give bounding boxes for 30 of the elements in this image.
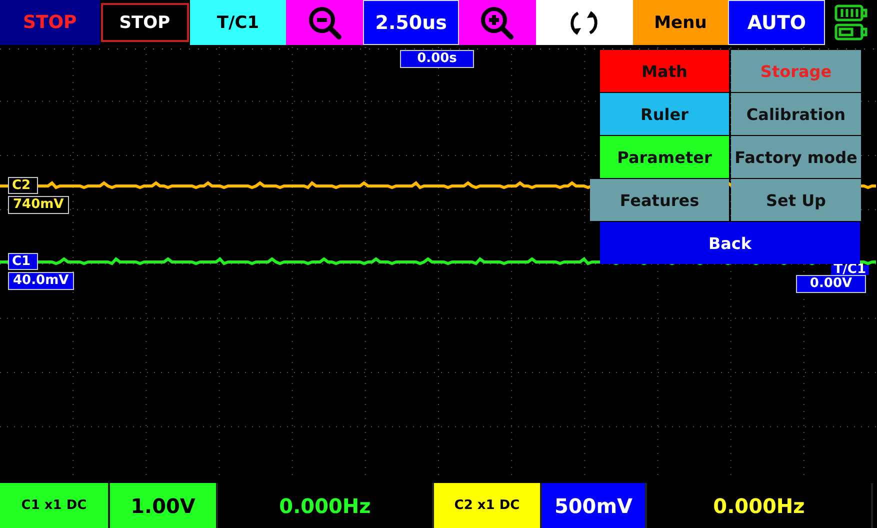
refresh-button[interactable]	[536, 0, 633, 45]
time-offset-label: 0.00s	[400, 50, 474, 68]
value-button[interactable]: AUTO	[728, 0, 826, 45]
offset-label: 740mV	[8, 196, 69, 214]
toolbar-button[interactable]: Menu	[632, 0, 728, 45]
back-button[interactable]: Back	[600, 222, 860, 264]
zoom-in-icon	[480, 6, 514, 40]
offset-label: 40.0mV	[8, 272, 74, 290]
menu-item[interactable]: Math	[600, 50, 729, 92]
volts-per-div: 1.00V	[110, 483, 218, 528]
menu-item[interactable]: Features	[590, 179, 729, 221]
channel-label: C2	[8, 177, 38, 194]
menu-item[interactable]: Set Up	[731, 179, 861, 221]
toolbar-button[interactable]: T/C1	[190, 0, 286, 45]
menu-item[interactable]: Ruler	[600, 93, 729, 135]
zoom-out-button[interactable]	[286, 0, 364, 45]
battery-icon	[833, 2, 870, 42]
volts-per-div: 500mV	[542, 483, 647, 528]
menu-item[interactable]: Calibration	[731, 93, 861, 135]
channel-label: C1	[8, 253, 38, 270]
value-button[interactable]: 2.50us	[363, 0, 459, 45]
status-label: STOP	[0, 0, 100, 45]
zoom-out-icon	[308, 6, 342, 40]
channel-setting: C2 x1 DC	[434, 483, 542, 528]
menu-item[interactable]: Factory mode	[731, 136, 861, 178]
trigger-level-label: 0.00V	[796, 275, 866, 293]
zoom-in-button[interactable]	[458, 0, 536, 45]
toolbar-button[interactable]: STOP	[100, 3, 189, 42]
menu-item[interactable]: Parameter	[600, 136, 729, 178]
channel-setting: C1 x1 DC	[0, 483, 110, 528]
